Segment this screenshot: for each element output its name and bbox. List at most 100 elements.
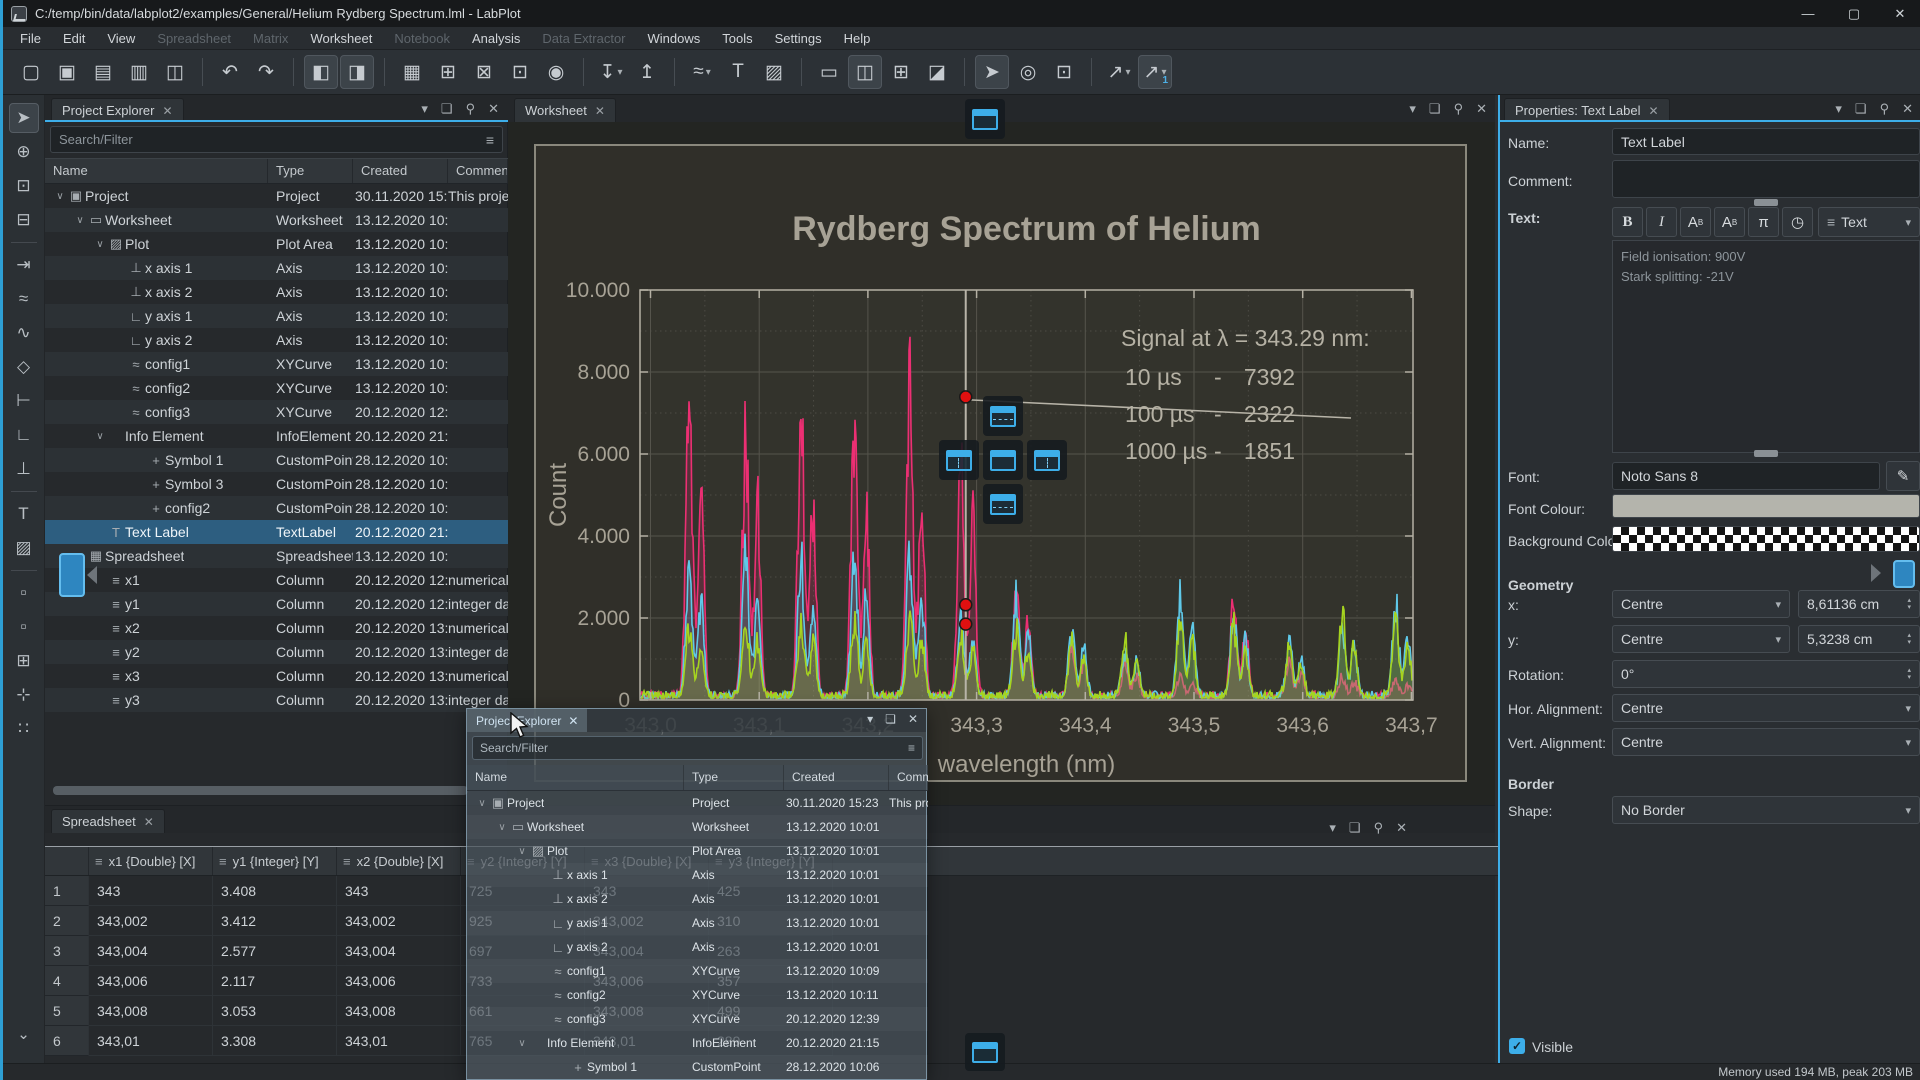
navigate-mode-button[interactable]: ◎ bbox=[1011, 55, 1045, 89]
new-plot-button[interactable]: ≈▾ bbox=[685, 55, 719, 89]
tree-row-x-axis-1[interactable]: ⊥x axis 1Axis13.12.2020 10:01 bbox=[467, 863, 928, 887]
datetime-button[interactable]: ◷ bbox=[1782, 207, 1813, 237]
dock-close-icon[interactable]: ✕ bbox=[1476, 101, 1487, 117]
cell[interactable]: 343 bbox=[89, 876, 213, 906]
tree-row-worksheet[interactable]: ∨▭WorksheetWorksheet13.12.2020 10:01 bbox=[467, 815, 928, 839]
name-field[interactable]: Text Label bbox=[1612, 128, 1920, 155]
cell[interactable]: 3.053 bbox=[213, 996, 337, 1026]
new-project-button[interactable]: ▢ bbox=[14, 55, 48, 89]
expander-icon[interactable]: ∨ bbox=[73, 215, 87, 226]
ws-add-curve2-button[interactable]: ∿ bbox=[9, 318, 39, 348]
font-colour-swatch[interactable] bbox=[1612, 494, 1920, 518]
zoom-select-mode-button[interactable]: ⊡ bbox=[1047, 55, 1081, 89]
tree-row-y-axis-2[interactable]: ∟y axis 2Axis13.12.2020 10:01 bbox=[45, 328, 508, 352]
visible-checkbox[interactable]: ✓ bbox=[1509, 1038, 1525, 1054]
column-header-2[interactable]: ≡y1 {Integer} [Y] bbox=[213, 847, 337, 875]
layout-single-button[interactable]: ▭ bbox=[812, 55, 846, 89]
row-number[interactable]: 1 bbox=[45, 876, 89, 906]
ws-zoom-x-button[interactable]: ⊟ bbox=[9, 205, 39, 235]
ws-axis-h-button[interactable]: ⊢ bbox=[9, 386, 39, 416]
toolbar-overflow-chevron-icon[interactable]: ⌄ bbox=[9, 1019, 39, 1049]
row-number[interactable]: 6 bbox=[45, 1026, 89, 1056]
font-edit-button[interactable]: ✎ bbox=[1886, 461, 1920, 491]
tree-row-info-element[interactable]: ∨Info ElementInfoElement20.12.2020 21:15 bbox=[467, 1031, 928, 1055]
tree-row-y2[interactable]: ≡y2Column20.12.2020 13:55integer da bbox=[45, 640, 508, 664]
select-mode-button[interactable]: ➤ bbox=[975, 55, 1009, 89]
ws-add-shape-button[interactable]: ◇ bbox=[9, 352, 39, 382]
symbol-pi-button[interactable]: π bbox=[1748, 207, 1779, 237]
new-worksheet-button[interactable]: ⊡ bbox=[503, 55, 537, 89]
font-field[interactable]: Noto Sans 8 bbox=[1612, 462, 1880, 490]
new-image-button[interactable]: ▨ bbox=[757, 55, 791, 89]
menu-analysis[interactable]: Analysis bbox=[461, 29, 531, 48]
tree-row-config1[interactable]: ≈config1XYCurve13.12.2020 10:09 bbox=[467, 959, 928, 983]
expander-icon[interactable]: ∨ bbox=[515, 846, 529, 857]
tree-row-config3[interactable]: ≈config3XYCurve20.12.2020 12:39 bbox=[467, 1007, 928, 1031]
tree-row-symbol-1[interactable]: +Symbol 1CustomPoint28.12.2020 10:06 bbox=[45, 448, 508, 472]
print-preview-button[interactable]: ◫ bbox=[158, 55, 192, 89]
dock-float-icon[interactable]: ❏ bbox=[441, 101, 453, 117]
tab-project-explorer[interactable]: Project Explorer ✕ bbox=[51, 98, 184, 122]
menu-tools[interactable]: Tools bbox=[711, 29, 763, 48]
dock-menu-icon[interactable]: ▾ bbox=[1835, 101, 1842, 117]
row-number[interactable]: 2 bbox=[45, 906, 89, 936]
cell[interactable]: 343,002 bbox=[89, 906, 213, 936]
ws-add-curve-button[interactable]: ≈ bbox=[9, 284, 39, 314]
save-project-button[interactable]: ▤ bbox=[86, 55, 120, 89]
ws-image-button[interactable]: ▨ bbox=[9, 533, 39, 563]
tree-row-info-element[interactable]: ∨Info ElementInfoElement20.12.2020 21:15 bbox=[45, 424, 508, 448]
new-text-label-button[interactable]: T bbox=[721, 55, 755, 89]
column-header-1[interactable]: ≡x1 {Double} [X] bbox=[89, 847, 213, 875]
tree-row-project[interactable]: ∨▣ProjectProject30.11.2020 15:23This pro… bbox=[467, 791, 928, 815]
menu-windows[interactable]: Windows bbox=[637, 29, 712, 48]
dock-menu-icon[interactable]: ▾ bbox=[867, 712, 873, 726]
dock-pin-icon[interactable]: ⚲ bbox=[1880, 101, 1890, 117]
dock-close-icon[interactable]: ✕ bbox=[1902, 101, 1913, 117]
layout-edit-button[interactable]: ◪ bbox=[920, 55, 954, 89]
dock-close-icon[interactable]: ✕ bbox=[908, 712, 918, 726]
search-input[interactable]: Search/Filter ≡ bbox=[50, 126, 503, 153]
dock-float-icon[interactable]: ❏ bbox=[1429, 101, 1441, 117]
ws-zoom-out-button[interactable]: ∷ bbox=[9, 714, 39, 744]
ws-axis-v-button[interactable]: ∟ bbox=[9, 420, 39, 450]
tree-row-y-axis-2[interactable]: ∟y axis 2Axis13.12.2020 10:01 bbox=[467, 935, 928, 959]
tab-properties-text-label[interactable]: Properties: Text Label ✕ bbox=[1504, 98, 1670, 122]
tree-row-y-axis-1[interactable]: ∟y axis 1Axis13.12.2020 10:01 bbox=[467, 911, 928, 935]
rotation-spinbox[interactable]: 0°▴▾ bbox=[1612, 660, 1920, 688]
subscript-button[interactable]: AB bbox=[1714, 207, 1745, 237]
resize-grip[interactable] bbox=[1754, 450, 1778, 457]
menu-settings[interactable]: Settings bbox=[764, 29, 833, 48]
hor-alignment-combo[interactable]: Centre▾ bbox=[1612, 694, 1920, 722]
tree-row-plot[interactable]: ∨▨PlotPlot Area13.12.2020 10:01 bbox=[45, 232, 508, 256]
zoom-fit-button[interactable]: ↗▾ bbox=[1102, 55, 1136, 89]
tree-row-x-axis-2[interactable]: ⊥x axis 2Axis13.12.2020 10:01 bbox=[45, 280, 508, 304]
dock-pin-icon[interactable]: ❏ bbox=[885, 712, 896, 726]
tree-row-plot[interactable]: ∨▨PlotPlot Area13.12.2020 10:01 bbox=[467, 839, 928, 863]
ws-grid-button[interactable]: ⊞ bbox=[9, 646, 39, 676]
tree-row-y3[interactable]: ≡y3Column20.12.2020 13:56integer da bbox=[45, 688, 508, 712]
toggle-properties-explorer-button[interactable]: ◨ bbox=[340, 55, 374, 89]
expander-icon[interactable]: ∨ bbox=[475, 798, 489, 809]
expander-icon[interactable]: ∨ bbox=[93, 431, 107, 442]
ws-zoom-in-button[interactable]: ⊹ bbox=[9, 680, 39, 710]
tree-row-symbol-1[interactable]: +Symbol 1CustomPoint28.12.2020 10:06 bbox=[467, 1055, 928, 1079]
menu-file[interactable]: File bbox=[9, 29, 52, 48]
text-mode-dropdown[interactable]: ≡ Text ▾ bbox=[1818, 207, 1920, 237]
border-shape-combo[interactable]: No Border▾ bbox=[1612, 796, 1920, 824]
import-button[interactable]: ↧▾ bbox=[594, 55, 628, 89]
resize-grip[interactable] bbox=[1754, 199, 1778, 206]
tree-row-symbol-3[interactable]: +Symbol 3CustomPoint28.12.2020 10:06 bbox=[45, 472, 508, 496]
cell[interactable]: 3.412 bbox=[213, 906, 337, 936]
tree-row-config1[interactable]: ≈config1XYCurve13.12.2020 10:09 bbox=[45, 352, 508, 376]
open-project-button[interactable]: ▣ bbox=[50, 55, 84, 89]
cell[interactable]: 343,004 bbox=[89, 936, 213, 966]
dock-pin-icon[interactable]: ⚲ bbox=[466, 101, 476, 117]
tree-row-y1[interactable]: ≡y1Column20.12.2020 12:39integer da bbox=[45, 592, 508, 616]
tree-row-spreadsheet[interactable]: ∨▦SpreadsheetSpreadsheet13.12.2020 10:08 bbox=[45, 544, 508, 568]
tree-row-x3[interactable]: ≡x3Column20.12.2020 13:56numerical bbox=[45, 664, 508, 688]
export-button[interactable]: ↥ bbox=[630, 55, 664, 89]
cell[interactable]: 343,006 bbox=[337, 966, 461, 996]
cell[interactable]: 343,006 bbox=[89, 966, 213, 996]
expander-icon[interactable]: ∨ bbox=[93, 239, 107, 250]
layout-four-button[interactable]: ⊞ bbox=[884, 55, 918, 89]
